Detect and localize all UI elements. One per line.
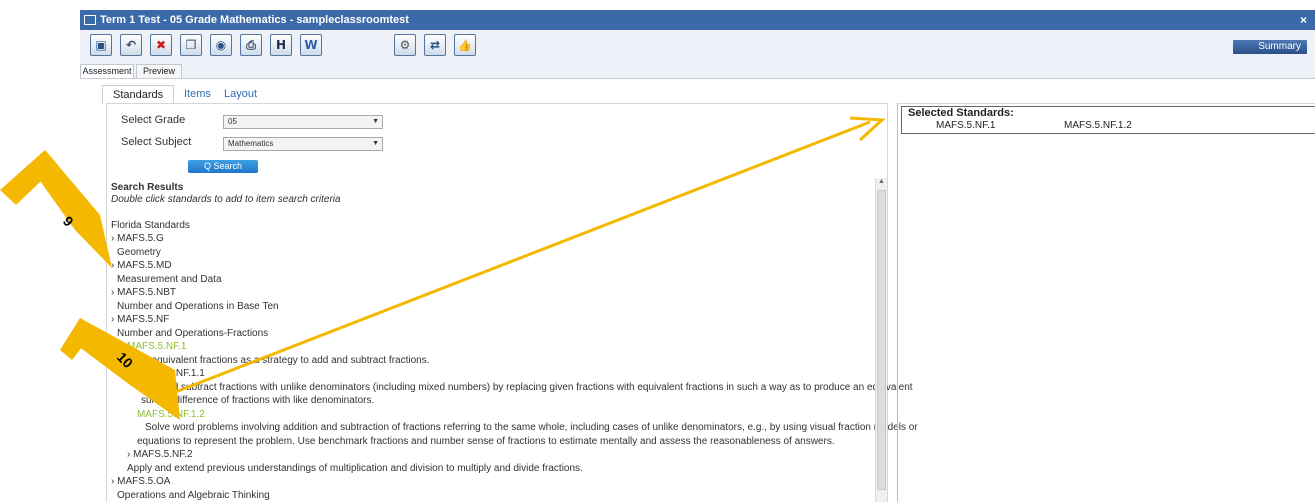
search-button[interactable]: Q Search bbox=[188, 160, 258, 173]
annotation-label-9: 9 bbox=[60, 213, 77, 230]
subject-label: Select Subject bbox=[121, 136, 192, 148]
tab-assessment[interactable]: Assessment bbox=[80, 64, 134, 78]
tree-desc: Operations and Algebraic Thinking bbox=[117, 490, 270, 501]
selected-standard[interactable]: MAFS.5.NF.1 bbox=[936, 120, 995, 131]
delete-icon[interactable]: ✖ bbox=[150, 34, 172, 56]
main-content: Standards Items Layout Select Grade 05 ▼… bbox=[80, 78, 1315, 502]
summary-button[interactable]: Summary bbox=[1233, 40, 1307, 54]
tree-desc: Measurement and Data bbox=[117, 274, 222, 285]
tree-desc: Apply and extend previous understandings… bbox=[127, 463, 583, 474]
selected-standards-title: Selected Standards: bbox=[908, 107, 1014, 119]
tree-item[interactable]: MAFS.5.NF.1.1 bbox=[137, 368, 205, 379]
close-icon[interactable]: × bbox=[1300, 10, 1307, 30]
tree-desc: Number and Operations in Base Ten bbox=[117, 301, 279, 312]
print-icon[interactable]: ⎙ bbox=[240, 34, 262, 56]
tab-standards[interactable]: Standards bbox=[102, 85, 175, 105]
tree-item[interactable]: › MAFS.5.NF bbox=[111, 314, 169, 325]
tree-item[interactable]: › MAFS.5.NBT bbox=[111, 287, 176, 298]
results-hint: Double click standards to add to item se… bbox=[111, 194, 341, 205]
toolbar: ▣ ↶ ✖ ❐ ◉ ⎙ H W ⚙ ⇄ 👍 Summary bbox=[80, 30, 1315, 68]
tab-preview[interactable]: Preview bbox=[136, 64, 182, 78]
thumbs-up-icon[interactable]: 👍 bbox=[454, 34, 476, 56]
chevron-down-icon: ▼ bbox=[372, 140, 379, 147]
h-icon[interactable]: H bbox=[270, 34, 292, 56]
tree-desc: Number and Operations-Fractions bbox=[117, 328, 269, 339]
tree-item-selected[interactable]: MAFS.5.NF.1.2 bbox=[137, 409, 205, 420]
results-title: Search Results bbox=[111, 182, 184, 193]
grade-label: Select Grade bbox=[121, 114, 186, 126]
undo-icon[interactable]: ↶ bbox=[120, 34, 142, 56]
chevron-down-icon: ▼ bbox=[372, 118, 379, 125]
scrollbar-thumb[interactable] bbox=[877, 190, 886, 490]
grade-value: 05 bbox=[228, 117, 237, 126]
title-bar: Term 1 Test - 05 Grade Mathematics - sam… bbox=[80, 10, 1315, 30]
tree-desc: equations to represent the problem. Use … bbox=[137, 436, 835, 447]
word-icon[interactable]: W bbox=[300, 34, 322, 56]
tree-item-selected[interactable]: MAFS.5.NF.1 bbox=[127, 341, 186, 352]
tree-item[interactable]: › MAFS.5.NF.2 bbox=[127, 449, 193, 460]
settings-icon[interactable]: ⚙ bbox=[394, 34, 416, 56]
tree-item[interactable]: › MAFS.5.G bbox=[111, 233, 164, 244]
scroll-up-icon[interactable]: ▲ bbox=[878, 178, 885, 185]
swap-icon[interactable]: ⇄ bbox=[424, 34, 446, 56]
standards-search-pane: Select Grade 05 ▼ Select Subject Mathema… bbox=[106, 103, 918, 502]
subject-value: Mathematics bbox=[228, 139, 274, 148]
selected-standard[interactable]: MAFS.5.NF.1.2 bbox=[1064, 120, 1132, 131]
app-window: Term 1 Test - 05 Grade Mathematics - sam… bbox=[80, 10, 1315, 502]
subject-select[interactable]: Mathematics ▼ bbox=[223, 137, 383, 151]
preview-icon[interactable]: ◉ bbox=[210, 34, 232, 56]
tree-desc: sum or difference of fractions with like… bbox=[141, 395, 375, 406]
tree-desc: Use equivalent fractions as a strategy t… bbox=[131, 355, 430, 366]
app-icon bbox=[84, 15, 96, 25]
tree-item[interactable]: › MAFS.5.OA bbox=[111, 476, 170, 487]
window-title: Term 1 Test - 05 Grade Mathematics - sam… bbox=[100, 14, 409, 26]
tree-desc: Geometry bbox=[117, 247, 161, 258]
selected-standards-box: Selected Standards: MAFS.5.NF.1 MAFS.5.N… bbox=[901, 106, 1315, 134]
copy-icon[interactable]: ❐ bbox=[180, 34, 202, 56]
tab-layout[interactable]: Layout bbox=[224, 85, 257, 103]
tree-desc: Add and subtract fractions with unlike d… bbox=[141, 382, 913, 393]
selected-standards-pane: Selected Standards: MAFS.5.NF.1 MAFS.5.N… bbox=[897, 103, 1315, 502]
tree-desc: Solve word problems involving addition a… bbox=[145, 422, 918, 433]
grade-select[interactable]: 05 ▼ bbox=[223, 115, 383, 129]
results-scrollbar[interactable]: ▲ bbox=[875, 178, 887, 502]
tree-root: Florida Standards bbox=[111, 220, 190, 231]
save-icon[interactable]: ▣ bbox=[90, 34, 112, 56]
tree-item[interactable]: › MAFS.5.MD bbox=[111, 260, 172, 271]
tab-items[interactable]: Items bbox=[184, 85, 211, 103]
